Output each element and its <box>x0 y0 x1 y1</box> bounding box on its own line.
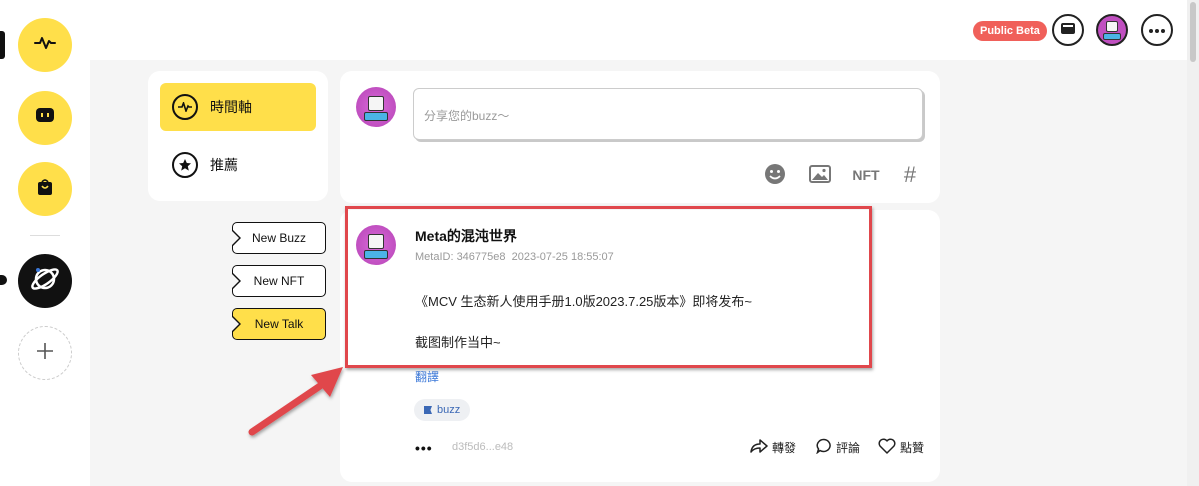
user-avatar-button[interactable] <box>1096 14 1128 46</box>
page-scrollbar[interactable] <box>1187 0 1199 486</box>
rail-unread-indicator <box>0 275 7 285</box>
comment-icon <box>816 438 836 457</box>
hashtag-button[interactable]: # <box>896 162 924 187</box>
heart-icon <box>878 438 900 457</box>
more-menu-button[interactable] <box>1141 14 1173 46</box>
like-label: 點贊 <box>900 441 925 455</box>
timeline-nav: 時間軸 推薦 <box>148 71 328 201</box>
plus-icon <box>36 342 54 365</box>
comment-button[interactable]: 評論 <box>816 438 860 457</box>
rail-add-button[interactable] <box>18 326 72 380</box>
wallet-icon <box>1060 21 1076 40</box>
nav-item-label: 推薦 <box>210 157 238 173</box>
repost-label: 轉發 <box>772 441 797 455</box>
nav-item-recommend[interactable]: 推薦 <box>160 141 316 189</box>
repost-button[interactable]: 轉發 <box>750 438 796 457</box>
buzz-composer: 分享您的buzz～ NFT # <box>340 71 940 203</box>
more-icon <box>1148 21 1166 39</box>
highlight-box <box>345 206 872 368</box>
planet-icon <box>28 262 62 301</box>
wallet-button[interactable] <box>1052 14 1084 46</box>
nav-item-timeline[interactable]: 時間軸 <box>160 83 316 131</box>
bag-icon <box>36 178 54 201</box>
comment-label: 評論 <box>836 441 861 455</box>
top-bar: Public Beta <box>90 0 1199 60</box>
left-rail <box>0 0 90 486</box>
star-icon <box>172 152 198 178</box>
post-tx-hash[interactable]: d3f5d6...e48 <box>452 441 513 453</box>
new-buzz-button[interactable]: New Buzz <box>232 222 326 254</box>
new-nft-button[interactable]: New NFT <box>232 265 326 297</box>
new-talk-button[interactable]: New Talk <box>232 308 326 340</box>
avatar <box>1098 16 1126 44</box>
translate-link[interactable]: 翻譯 <box>415 368 439 385</box>
post-topic-label: buzz <box>437 404 461 416</box>
rail-shop-button[interactable] <box>18 162 72 216</box>
buzz-input[interactable]: 分享您的buzz～ <box>413 88 923 140</box>
repost-icon <box>750 438 772 457</box>
nav-item-label: 時間軸 <box>210 99 252 115</box>
chat-icon <box>35 107 55 130</box>
emoji-icon <box>764 163 786 188</box>
rail-divider <box>30 235 60 236</box>
public-beta-badge: Public Beta <box>973 21 1047 41</box>
scrollbar-thumb[interactable] <box>1190 2 1196 62</box>
nft-button[interactable]: NFT <box>850 163 882 187</box>
timeline-icon <box>172 94 198 120</box>
image-icon <box>809 164 831 186</box>
rail-active-indicator <box>0 31 5 59</box>
rail-chat-button[interactable] <box>18 91 72 145</box>
post-topic-chip[interactable]: buzz <box>414 399 471 421</box>
post-more-button[interactable]: ••• <box>415 440 433 456</box>
image-button[interactable] <box>806 163 834 187</box>
like-button[interactable]: 點贊 <box>878 438 924 457</box>
rail-planet-button[interactable] <box>18 254 72 308</box>
emoji-button[interactable] <box>761 163 789 187</box>
rail-activity-button[interactable] <box>18 18 72 72</box>
flag-icon <box>424 406 432 414</box>
pulse-icon <box>34 36 56 55</box>
avatar <box>356 87 396 127</box>
